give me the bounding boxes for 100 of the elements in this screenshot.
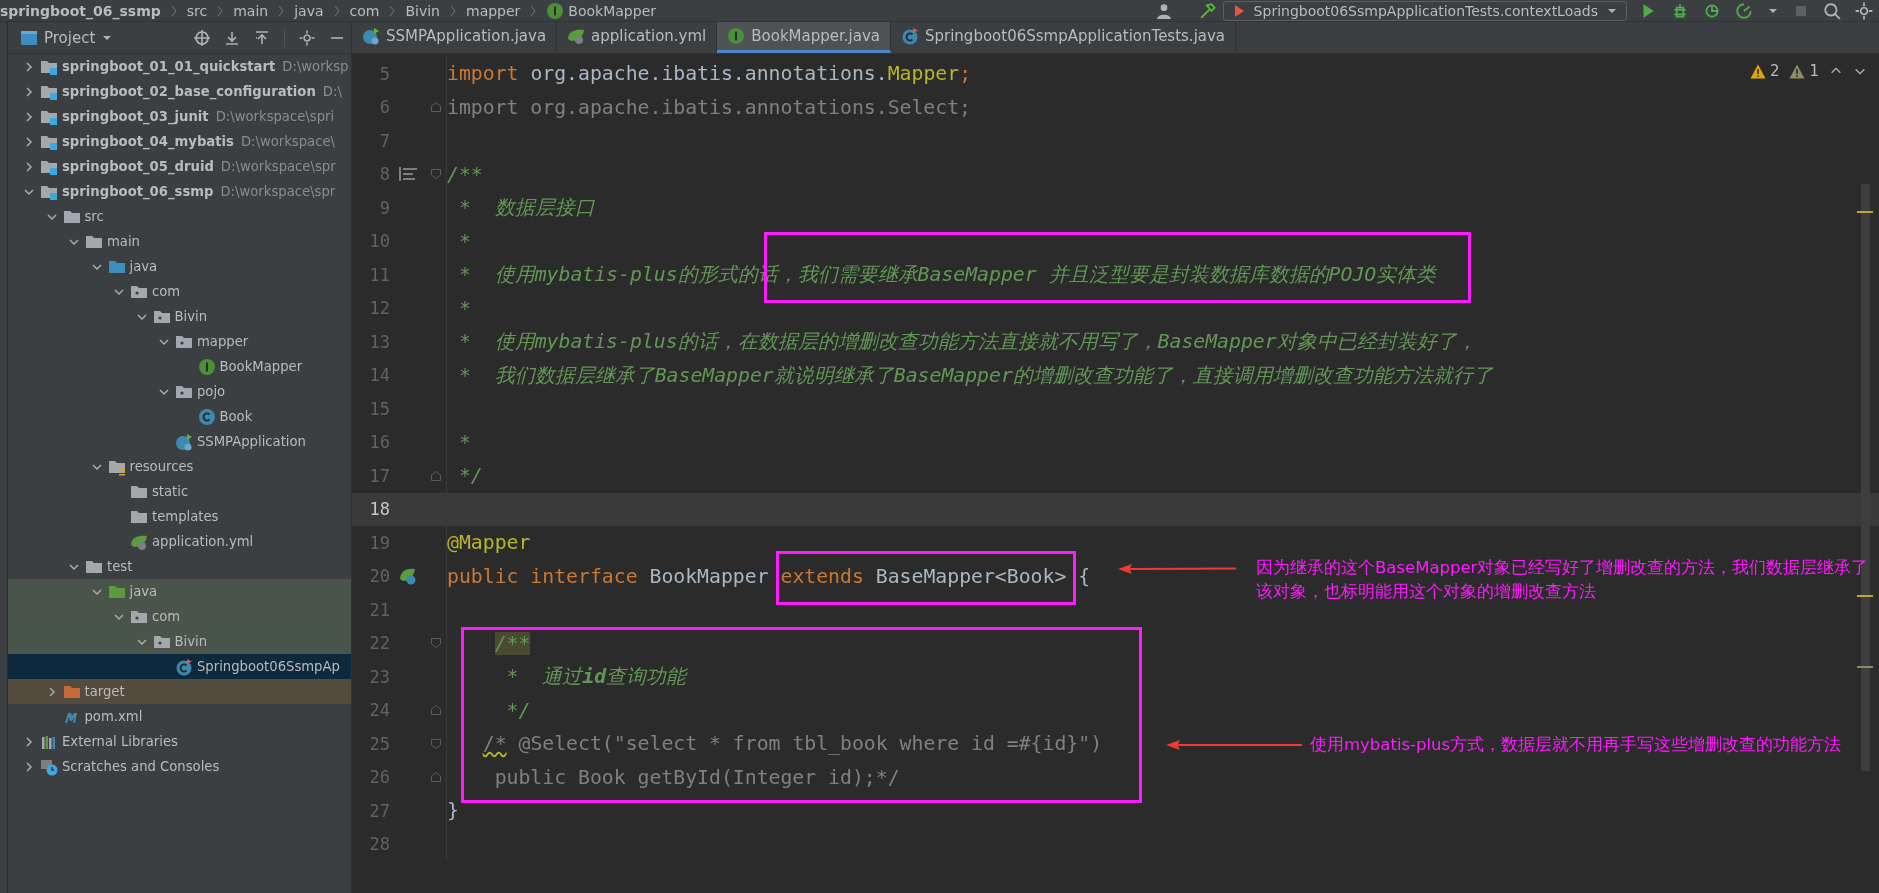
breadcrumb-item[interactable]: BookMapper [546, 1, 656, 20]
hammer-icon[interactable] [1198, 1, 1217, 20]
tree-item[interactable]: static [8, 479, 351, 504]
chevron-icon[interactable] [46, 211, 57, 222]
breadcrumb-item[interactable]: Bivin [405, 2, 440, 19]
chevron-icon[interactable] [24, 161, 34, 172]
locate-icon[interactable] [194, 29, 210, 46]
panel-title[interactable]: Project [44, 28, 96, 47]
user-icon[interactable] [1154, 1, 1173, 20]
tree-item[interactable]: templates [8, 504, 351, 529]
tree-item[interactable]: springboot_03_junit D:\workspace\spri [8, 104, 351, 129]
test-class-icon [901, 27, 919, 45]
warning-icon[interactable] [1749, 63, 1766, 79]
editor-tab[interactable]: SSMPApplication.java [352, 22, 558, 53]
chevron-icon[interactable] [114, 286, 124, 297]
chevron-icon[interactable] [91, 261, 102, 272]
tree-item[interactable]: resources [8, 454, 351, 479]
chevron-icon[interactable] [136, 311, 147, 322]
code-line: * [457, 430, 471, 454]
tree-item[interactable]: springboot_01_01_quickstart D:\worksp [8, 54, 351, 79]
tree-item[interactable]: application.yml [8, 529, 351, 554]
line-number: 8 [378, 164, 390, 185]
tree-item[interactable]: BookMapper [8, 354, 351, 379]
tree-item[interactable]: SSMPApplication [8, 429, 351, 454]
tree-item[interactable]: java [8, 579, 351, 604]
chevron-icon[interactable] [114, 611, 124, 622]
profiler-icon[interactable] [1735, 1, 1753, 20]
breadcrumb-item[interactable]: main [233, 2, 269, 19]
search-icon[interactable] [1823, 1, 1841, 20]
tree-item[interactable]: target [8, 679, 351, 704]
inspection-count[interactable]: 2 [1749, 62, 1780, 80]
line-number: 9 [378, 197, 390, 218]
breadcrumb-item[interactable]: com [349, 2, 380, 19]
chevron-icon[interactable] [69, 236, 79, 247]
tree-item[interactable]: pom.xml [8, 704, 351, 729]
chevron-icon[interactable] [91, 586, 102, 597]
tree-item[interactable]: main [8, 229, 351, 254]
breadcrumb-item[interactable]: mapper [466, 2, 521, 19]
breadcrumb-item[interactable]: springboot_06_ssmp [0, 2, 161, 19]
chevron-icon[interactable] [69, 561, 79, 572]
test-class-icon [175, 657, 193, 676]
settings-icon[interactable] [299, 29, 315, 46]
line-number: 12 [368, 298, 390, 319]
class-icon [197, 407, 216, 426]
tree-item[interactable]: com [8, 604, 351, 629]
tree-item[interactable]: test [8, 554, 351, 579]
line-number: 24 [368, 700, 390, 721]
chevron-icon[interactable] [159, 386, 169, 397]
line-number: 18 [368, 499, 390, 520]
tree-item[interactable]: mapper [8, 329, 351, 354]
tree-item[interactable]: Bivin [8, 629, 351, 654]
code-line: * [457, 229, 471, 253]
tree-item[interactable]: Bivin [8, 304, 351, 329]
tree-item[interactable]: External Libraries [8, 729, 351, 754]
line-number: 21 [368, 599, 390, 620]
line-number: 10 [368, 231, 390, 252]
breadcrumb-item[interactable]: java [294, 2, 324, 19]
tree-item[interactable]: springboot_06_ssmp D:\workspace\spr [8, 179, 351, 204]
tree-item[interactable]: springboot_05_druid D:\workspace\spr [8, 154, 351, 179]
tree-item[interactable]: springboot_04_mybatis D:\workspace\ [8, 129, 351, 154]
tree-item[interactable]: Springboot06SsmpAp [8, 654, 351, 679]
chevron-icon[interactable] [24, 136, 34, 147]
chevron-icon[interactable] [136, 636, 147, 647]
line-number: 15 [368, 398, 390, 419]
chevron-icon[interactable] [46, 686, 57, 697]
expand-all-icon[interactable] [224, 29, 240, 46]
line-number: 28 [368, 834, 390, 855]
line-number: 11 [368, 264, 390, 285]
tree-item[interactable]: java [8, 254, 351, 279]
spring-bean-icon[interactable] [398, 566, 418, 587]
editor-tab[interactable]: Springboot06SsmpApplicationTests.java [891, 22, 1237, 53]
settings-icon[interactable] [1855, 1, 1873, 20]
collapse-all-icon[interactable] [254, 29, 270, 46]
code-line: * 我们数据层继承了BaseMapper就说明继承了BaseMapper的增删改查功能了，直接调用增删改查功能方法就行了 [457, 362, 1493, 389]
tree-item[interactable]: Scratches and Consoles [8, 754, 351, 779]
tree-item[interactable]: pojo [8, 379, 351, 404]
chevron-icon[interactable] [24, 736, 34, 747]
rendered-doc-icon[interactable] [399, 167, 417, 182]
run-configuration-dropdown[interactable]: Springboot06SsmpApplicationTests.contextLoads [1222, 0, 1627, 21]
tree-item[interactable]: com [8, 279, 351, 304]
line-number: 17 [368, 465, 390, 486]
chevron-icon[interactable] [24, 761, 34, 772]
chevron-icon[interactable] [159, 336, 169, 347]
chevron-icon[interactable] [91, 461, 102, 472]
code-line: * 使用mybatis-plus的话，在数据层的增删改查功能方法直接就不用写了，BaseMapper对象中已经封装好了， [457, 329, 1477, 356]
code-line: } [447, 799, 459, 823]
tree-item[interactable]: src [8, 204, 351, 229]
tree-item[interactable]: Book [8, 404, 351, 429]
chevron-icon[interactable] [24, 61, 34, 72]
chevron-icon[interactable] [24, 111, 34, 122]
tree-item[interactable]: springboot_02_base_configuration D:\ [8, 79, 351, 104]
debug-icon[interactable] [1671, 1, 1689, 20]
spring-class-icon [362, 27, 380, 45]
inspection-count[interactable]: 1 [1789, 62, 1819, 80]
chevron-icon[interactable] [24, 186, 34, 197]
warning-icon[interactable] [1789, 63, 1806, 79]
editor-tab[interactable]: BookMapper.java [717, 22, 891, 53]
chevron-icon[interactable] [24, 86, 34, 97]
line-number: 6 [378, 97, 390, 118]
breadcrumb-item[interactable]: src [186, 2, 208, 19]
